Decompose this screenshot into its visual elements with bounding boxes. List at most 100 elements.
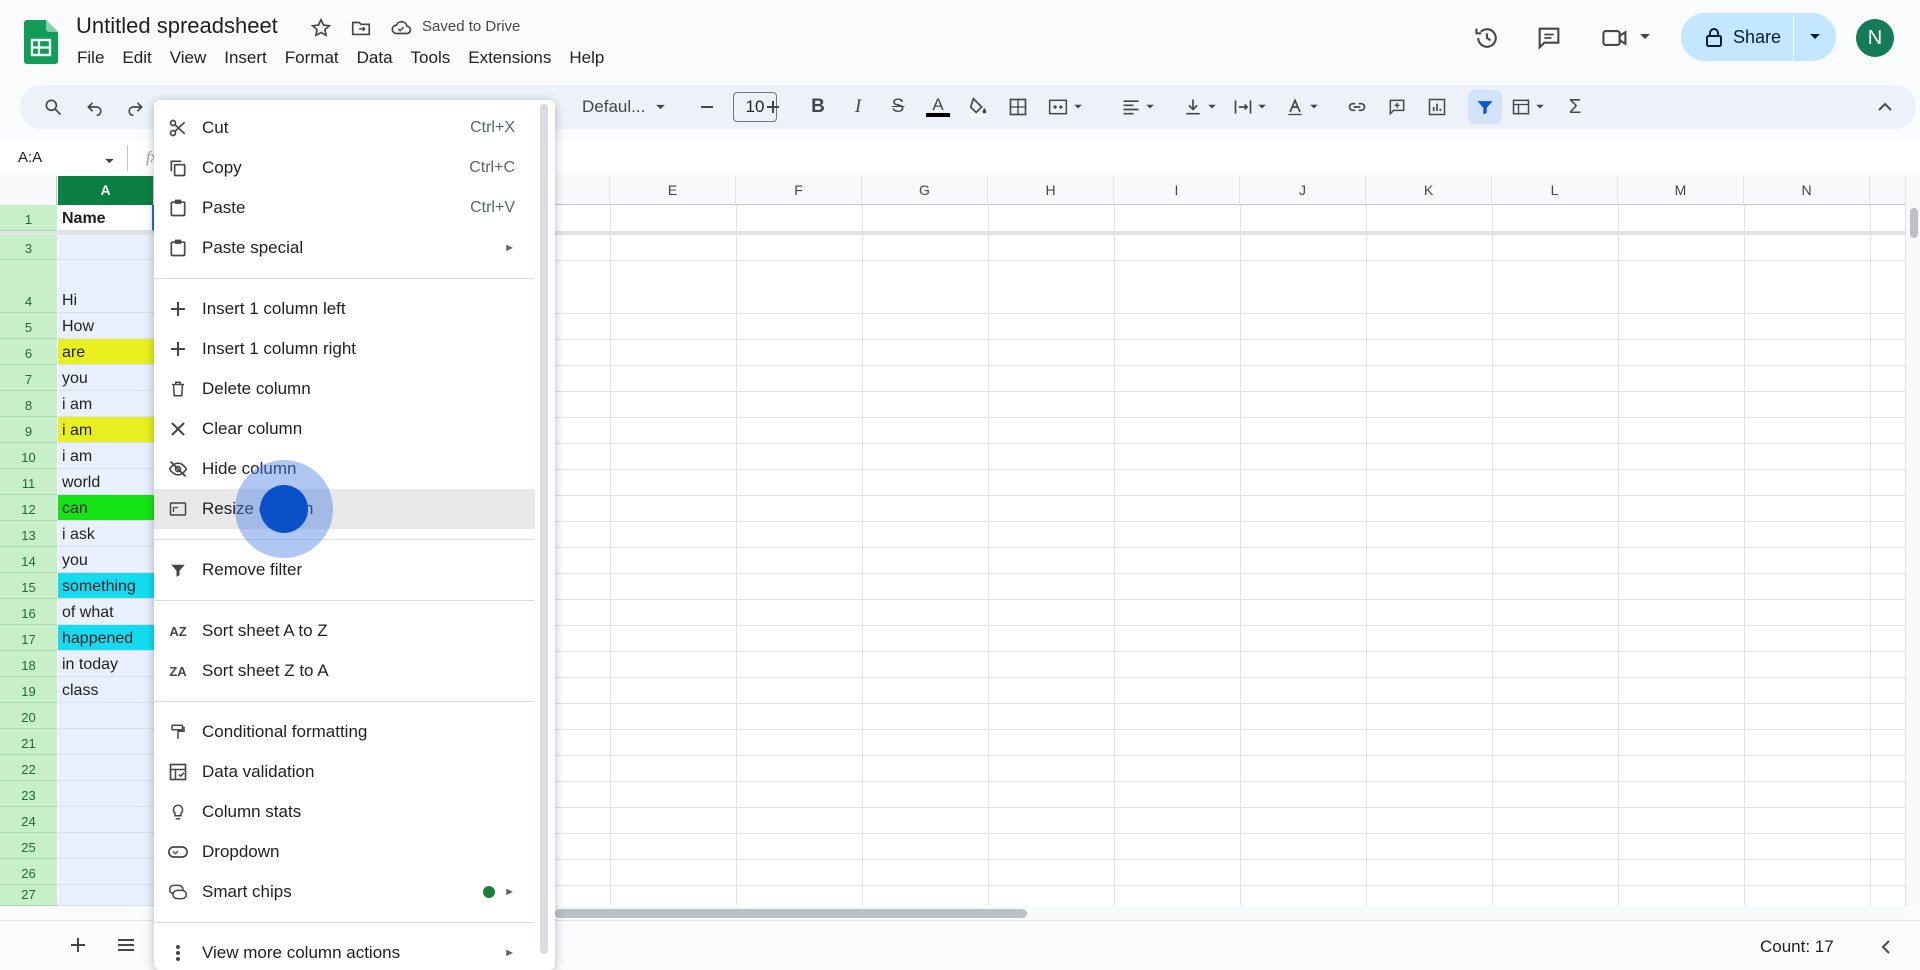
cell[interactable]: you [58, 547, 154, 573]
column-header-n[interactable]: N [1744, 176, 1870, 205]
insert-chart-icon[interactable] [1424, 94, 1450, 120]
menu-remove-filter[interactable]: Remove filter [154, 550, 535, 590]
cell[interactable] [58, 833, 154, 859]
row-header[interactable]: 16 [0, 599, 57, 625]
text-color-icon[interactable]: A [925, 94, 951, 120]
row-header[interactable]: 8 [0, 391, 57, 417]
row-header[interactable]: 19 [0, 677, 57, 703]
collapse-toolbar-icon[interactable] [1872, 94, 1898, 120]
row-header[interactable]: 10 [0, 443, 57, 469]
menu-scrollbar[interactable] [540, 104, 548, 954]
horizontal-scroll-thumb[interactable] [555, 909, 1027, 918]
cell[interactable]: can [58, 495, 154, 521]
cell[interactable]: of what [58, 599, 154, 625]
strikethrough-icon[interactable]: S [885, 94, 911, 120]
text-wrapping-icon[interactable] [1230, 94, 1256, 120]
font-family-select[interactable]: Defaul... [582, 93, 682, 121]
move-to-folder-icon[interactable] [348, 15, 374, 41]
cell[interactable] [58, 755, 154, 781]
menu-insert-column-right[interactable]: Insert 1 column right [154, 329, 535, 369]
column-header-d-partial[interactable] [555, 176, 610, 205]
row-header[interactable]: 6 [0, 339, 57, 365]
cell[interactable]: i am [58, 417, 154, 443]
column-header-l[interactable]: L [1492, 176, 1618, 205]
cell[interactable]: something [58, 573, 154, 599]
decrease-font-size-icon[interactable] [694, 94, 720, 120]
row-header[interactable]: 17 [0, 625, 57, 651]
menu-format[interactable]: Format [276, 46, 348, 70]
sheets-logo-icon[interactable] [24, 20, 58, 64]
menu-delete-column[interactable]: Delete column [154, 369, 535, 409]
menu-tools[interactable]: Tools [402, 46, 460, 70]
cell[interactable]: How [58, 313, 154, 339]
cell[interactable] [58, 885, 154, 906]
row-header[interactable]: 24 [0, 807, 57, 833]
cell[interactable]: in today [58, 651, 154, 677]
menu-resize-column[interactable]: Resize column [154, 489, 535, 529]
row-header[interactable]: 22 [0, 755, 57, 781]
borders-icon[interactable] [1005, 94, 1031, 120]
italic-icon[interactable]: I [845, 94, 871, 120]
menu-smart-chips[interactable]: Smart chips ► [154, 872, 535, 912]
cell[interactable]: happened [58, 625, 154, 651]
menu-conditional-formatting[interactable]: Conditional formatting [154, 712, 535, 752]
cell[interactable]: you [58, 365, 154, 391]
cell[interactable]: are [58, 339, 154, 365]
menu-cut[interactable]: Cut Ctrl+X [154, 108, 535, 148]
meet-video-icon[interactable] [1600, 23, 1630, 53]
menu-extensions[interactable]: Extensions [459, 46, 560, 70]
column-header-e[interactable]: E [610, 176, 736, 205]
share-button[interactable]: Share [1681, 13, 1793, 61]
menu-view[interactable]: View [161, 46, 216, 70]
cell[interactable] [58, 235, 154, 260]
cell[interactable]: class [58, 677, 154, 703]
menu-sort-a-z[interactable]: AZ Sort sheet A to Z [154, 611, 535, 651]
row-header[interactable]: 7 [0, 365, 57, 391]
cell[interactable]: world [58, 469, 154, 495]
version-history-icon[interactable] [1472, 23, 1502, 53]
all-sheets-icon[interactable] [114, 933, 138, 957]
functions-icon[interactable]: Σ [1562, 94, 1588, 120]
vertical-align-icon[interactable] [1180, 94, 1206, 120]
cell[interactable]: i am [58, 391, 154, 417]
fill-color-icon[interactable] [965, 94, 991, 120]
column-header-g[interactable]: G [862, 176, 988, 205]
cell[interactable] [58, 859, 154, 885]
row-header[interactable]: 14 [0, 547, 57, 573]
menu-file[interactable]: File [68, 46, 113, 70]
account-avatar[interactable]: N [1856, 19, 1894, 57]
formula-input[interactable] [555, 141, 1905, 175]
row-header[interactable]: 15 [0, 573, 57, 599]
column-header-h[interactable]: H [988, 176, 1114, 205]
cell[interactable] [58, 703, 154, 729]
star-icon[interactable] [308, 15, 334, 41]
menu-dropdown[interactable]: Dropdown [154, 832, 535, 872]
row-header[interactable]: 11 [0, 469, 57, 495]
row-header[interactable]: 20 [0, 703, 57, 729]
row-header[interactable]: 18 [0, 651, 57, 677]
vertical-scroll-thumb[interactable] [1910, 208, 1918, 238]
menu-copy[interactable]: Copy Ctrl+C [154, 148, 535, 188]
menu-paste[interactable]: Paste Ctrl+V [154, 188, 535, 228]
menu-clear-column[interactable]: Clear column [154, 409, 535, 449]
row-header[interactable]: 5 [0, 313, 57, 339]
menu-column-stats[interactable]: Column stats [154, 792, 535, 832]
row-header[interactable]: 21 [0, 729, 57, 755]
search-menus-icon[interactable] [40, 94, 66, 120]
column-header-f[interactable]: F [736, 176, 862, 205]
cell-a1[interactable]: Name [58, 205, 154, 231]
menu-data-validation[interactable]: Data validation [154, 752, 535, 792]
share-dropdown-button[interactable] [1794, 13, 1836, 61]
redo-icon[interactable] [122, 94, 148, 120]
cell[interactable] [58, 781, 154, 807]
cell[interactable]: i am [58, 443, 154, 469]
cell[interactable] [58, 807, 154, 833]
row-header[interactable]: 27 [0, 885, 57, 906]
filter-views-dropdown-icon[interactable] [1532, 94, 1548, 120]
row-header[interactable]: 9 [0, 417, 57, 443]
filter-button[interactable] [1468, 90, 1502, 124]
document-title[interactable]: Untitled spreadsheet [76, 13, 278, 39]
column-header-a[interactable]: A [58, 176, 154, 205]
horizontal-scrollbar[interactable] [555, 906, 1905, 920]
cell[interactable] [58, 729, 154, 755]
